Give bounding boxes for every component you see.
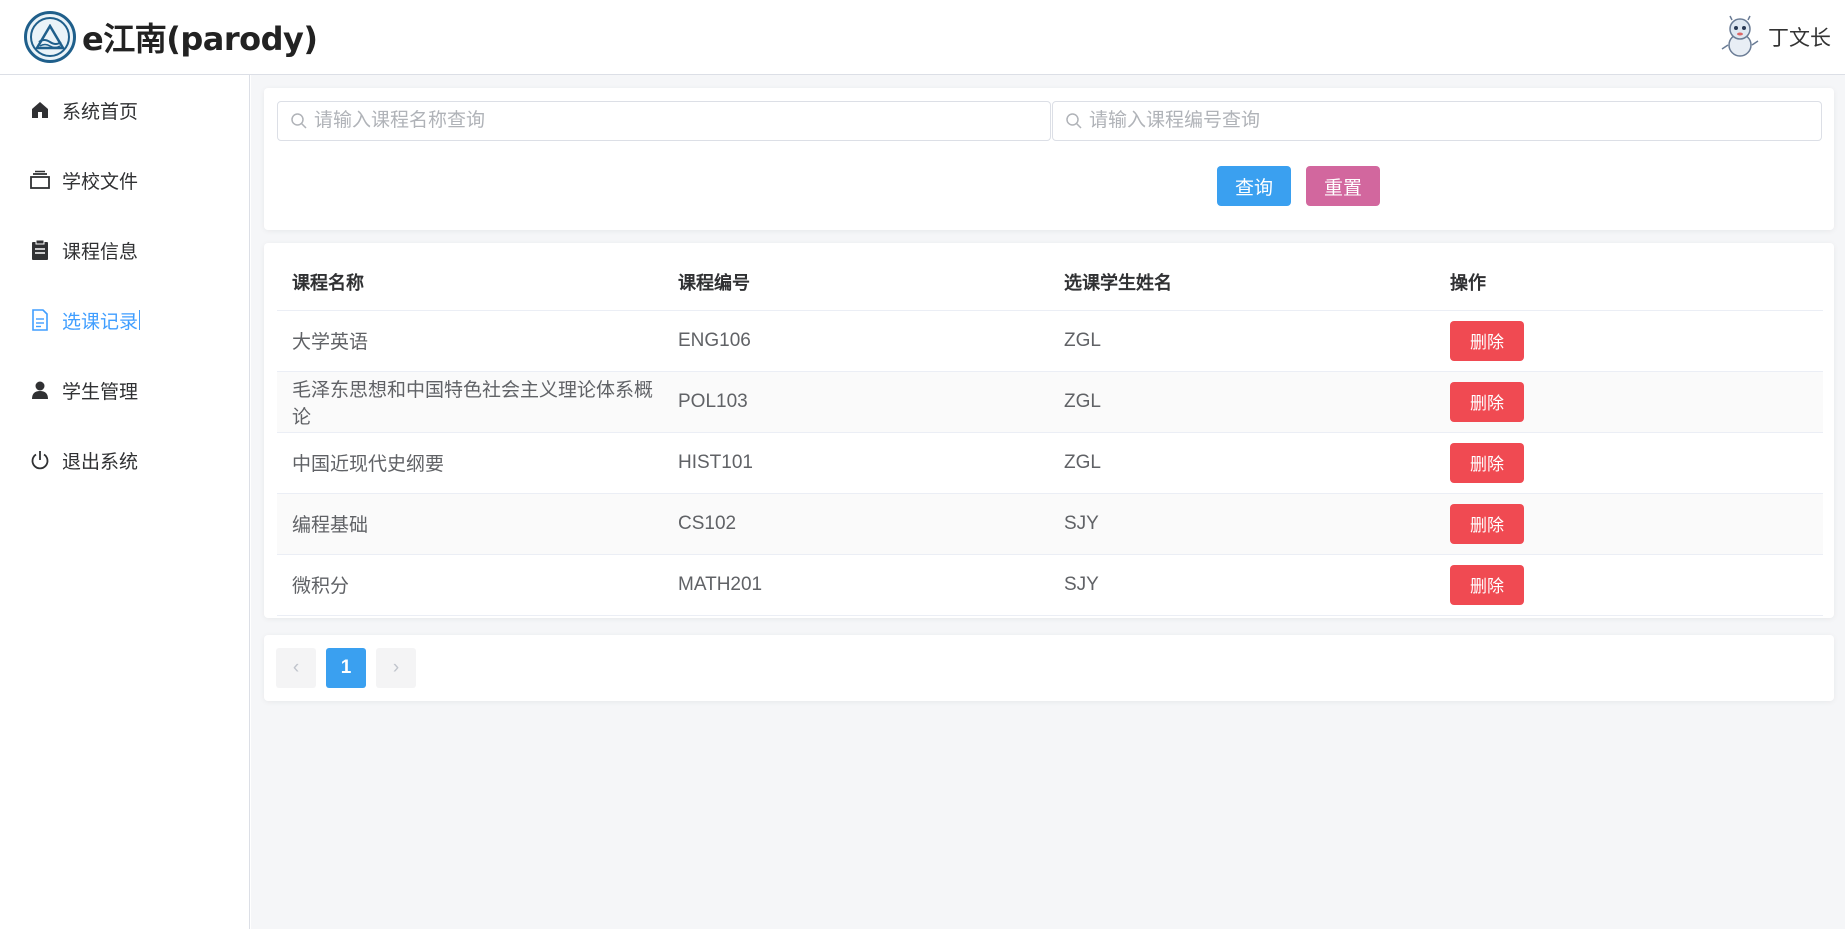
sidebar-item-label: 系统首页 bbox=[62, 101, 139, 123]
sidebar-item-label: 选课记录 bbox=[62, 311, 139, 333]
main-content: 查询 重置 课程名称 课程编号 选课学生姓名 操作 大学英语 ENG106 ZG… bbox=[251, 75, 1845, 929]
column-header-actions: 操作 bbox=[1435, 255, 1823, 311]
reset-button[interactable]: 重置 bbox=[1306, 166, 1380, 206]
course-code-cell: ENG106 bbox=[663, 310, 1049, 372]
student-name-cell: ZGL bbox=[1049, 432, 1435, 494]
course-name-cell: 毛泽东思想和中国特色社会主义理论体系概论 bbox=[277, 371, 663, 433]
top-header: e江南(parody) 丁文长 bbox=[0, 0, 1845, 75]
course-code-cell: POL103 bbox=[663, 371, 1049, 433]
delete-button[interactable]: 删除 bbox=[1450, 503, 1524, 544]
table-row: 微积分 MATH201 SJY 删除 bbox=[277, 554, 1823, 616]
course-name-cell: 编程基础 bbox=[277, 493, 663, 555]
brand: e江南(parody) bbox=[24, 11, 318, 63]
student-name-cell: SJY bbox=[1049, 493, 1435, 555]
sidebar-item-label: 学校文件 bbox=[62, 171, 139, 193]
pagination: ‹ 1 › bbox=[264, 635, 1834, 701]
course-name-search[interactable] bbox=[277, 101, 1051, 141]
column-header-course-code: 课程编号 bbox=[663, 255, 1049, 311]
document-icon bbox=[28, 308, 52, 332]
course-name-input[interactable] bbox=[314, 103, 1050, 139]
next-page-button[interactable]: › bbox=[376, 648, 416, 688]
student-name-cell: SJY bbox=[1049, 554, 1435, 616]
course-code-search[interactable] bbox=[1052, 101, 1822, 141]
prev-page-button[interactable]: ‹ bbox=[276, 648, 316, 688]
search-icon bbox=[1066, 113, 1082, 129]
course-code-input[interactable] bbox=[1089, 103, 1821, 139]
actions-cell: 删除 bbox=[1435, 493, 1823, 555]
university-logo bbox=[24, 11, 76, 63]
sidebar-item-label: 学生管理 bbox=[62, 381, 139, 403]
column-header-course-name: 课程名称 bbox=[277, 255, 663, 311]
delete-button[interactable]: 删除 bbox=[1450, 564, 1524, 605]
course-code-cell: CS102 bbox=[663, 493, 1049, 555]
query-button[interactable]: 查询 bbox=[1217, 166, 1291, 206]
text-cursor bbox=[139, 310, 141, 330]
avatar[interactable] bbox=[1720, 15, 1760, 59]
student-name-cell: ZGL bbox=[1049, 371, 1435, 433]
actions-cell: 删除 bbox=[1435, 554, 1823, 616]
username[interactable]: 丁文长 bbox=[1768, 22, 1831, 52]
sidebar-item-student-management[interactable]: 学生管理 bbox=[0, 355, 249, 425]
course-name-cell: 大学英语 bbox=[277, 310, 663, 372]
course-name-cell: 微积分 bbox=[277, 554, 663, 616]
course-code-cell: MATH201 bbox=[663, 554, 1049, 616]
table-row: 大学英语 ENG106 ZGL 删除 bbox=[277, 310, 1823, 372]
search-icon bbox=[291, 113, 307, 129]
sidebar-item-course-info[interactable]: 课程信息 bbox=[0, 215, 249, 285]
user-icon bbox=[28, 378, 52, 402]
sidebar-item-label: 退出系统 bbox=[62, 451, 139, 473]
student-name-cell: ZGL bbox=[1049, 310, 1435, 372]
sidebar-item-label: 课程信息 bbox=[62, 241, 139, 263]
course-name-cell: 中国近现代史纲要 bbox=[277, 432, 663, 494]
table-header-row: 课程名称 课程编号 选课学生姓名 操作 bbox=[277, 255, 1823, 311]
actions-cell: 删除 bbox=[1435, 432, 1823, 494]
sidebar-item-logout[interactable]: 退出系统 bbox=[0, 425, 249, 495]
folder-icon bbox=[28, 168, 52, 192]
delete-button[interactable]: 删除 bbox=[1450, 442, 1524, 483]
clipboard-icon bbox=[28, 238, 52, 262]
delete-button[interactable]: 删除 bbox=[1450, 320, 1524, 361]
actions-cell: 删除 bbox=[1435, 310, 1823, 372]
enrollment-table: 课程名称 课程编号 选课学生姓名 操作 大学英语 ENG106 ZGL 删除 毛… bbox=[277, 255, 1823, 616]
records-table-panel: 课程名称 课程编号 选课学生姓名 操作 大学英语 ENG106 ZGL 删除 毛… bbox=[264, 243, 1834, 618]
sidebar-item-school-files[interactable]: 学校文件 bbox=[0, 145, 249, 215]
sidebar: 系统首页 学校文件 课程信息 选课记录 学生管理 退出系统 bbox=[0, 75, 250, 929]
power-icon bbox=[28, 448, 52, 472]
table-row: 毛泽东思想和中国特色社会主义理论体系概论 POL103 ZGL 删除 bbox=[277, 371, 1823, 433]
table-row: 中国近现代史纲要 HIST101 ZGL 删除 bbox=[277, 432, 1823, 494]
search-panel: 查询 重置 bbox=[264, 88, 1834, 230]
user-menu[interactable]: 丁文长 bbox=[1720, 15, 1831, 59]
app-title: e江南(parody) bbox=[82, 20, 318, 58]
sidebar-item-enrollment-records[interactable]: 选课记录 bbox=[0, 285, 249, 355]
sidebar-item-home[interactable]: 系统首页 bbox=[0, 75, 249, 145]
course-code-cell: HIST101 bbox=[663, 432, 1049, 494]
table-row: 编程基础 CS102 SJY 删除 bbox=[277, 493, 1823, 555]
delete-button[interactable]: 删除 bbox=[1450, 381, 1524, 422]
page-number-button[interactable]: 1 bbox=[326, 648, 366, 688]
actions-cell: 删除 bbox=[1435, 371, 1823, 433]
column-header-student-name: 选课学生姓名 bbox=[1049, 255, 1435, 311]
home-icon bbox=[28, 98, 52, 122]
